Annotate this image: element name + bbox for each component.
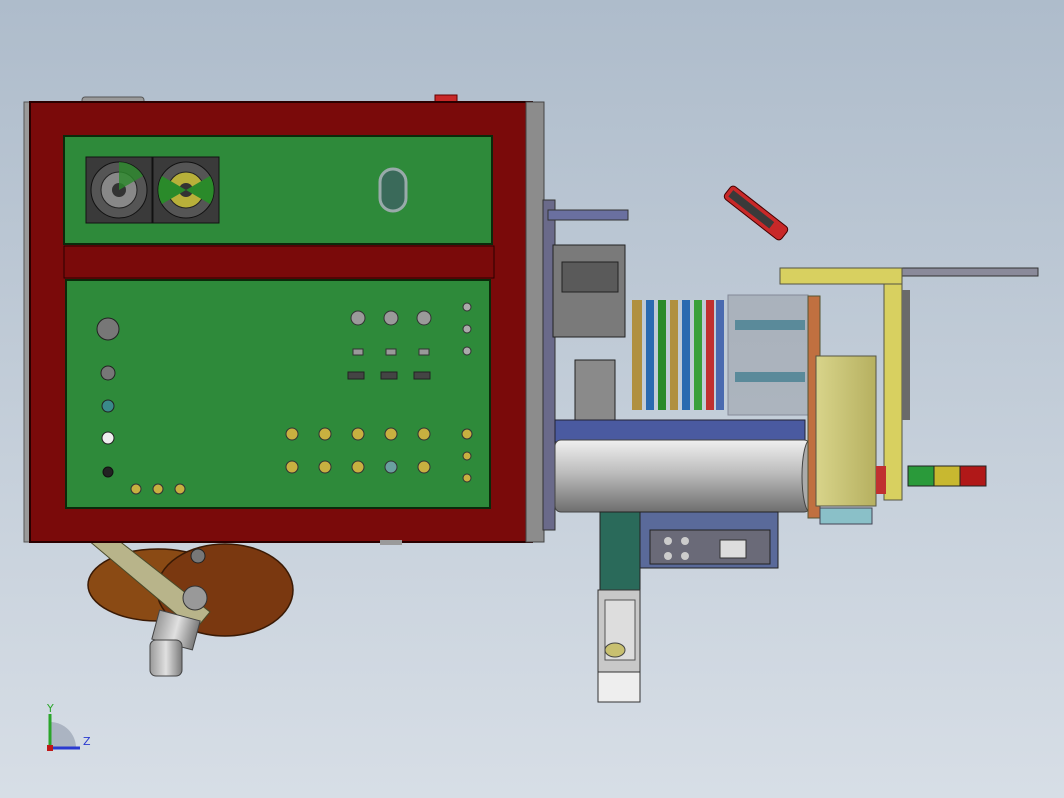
feed-column-cup	[604, 642, 626, 658]
housing-shaft	[819, 507, 873, 525]
switch-1[interactable]	[100, 365, 116, 381]
box-button	[664, 552, 672, 560]
switch-4[interactable]	[102, 466, 114, 478]
z-axis-label: Z	[83, 735, 91, 748]
slide-block	[574, 359, 616, 421]
upper-block-inner	[561, 261, 619, 293]
cooling-fan-left	[85, 156, 153, 224]
housing-back	[902, 290, 910, 420]
y-axis-label: Y	[46, 702, 54, 715]
reel-hub	[182, 585, 208, 611]
yellow-frame-side	[883, 283, 903, 501]
cad-viewport[interactable]: Y Z	[0, 0, 1064, 798]
stack-light-yellow	[933, 465, 961, 487]
main-tube	[554, 439, 811, 513]
box-button	[681, 537, 689, 545]
switch-3[interactable]	[101, 431, 115, 445]
led-b	[152, 483, 164, 495]
cooling-fan-right	[152, 156, 220, 224]
stack-light-green	[907, 465, 935, 487]
feed-column	[599, 511, 641, 593]
cabinet-divider	[63, 245, 495, 279]
wire-reel-assembly[interactable]	[86, 539, 294, 677]
cabinet-bottom-foot	[380, 540, 402, 545]
reel-motor-can	[149, 639, 183, 677]
power-knob[interactable]	[96, 317, 120, 341]
led-a	[130, 483, 142, 495]
top-bracket	[547, 209, 629, 221]
housing-body	[815, 355, 877, 507]
feeder-mechanism[interactable]	[542, 199, 819, 703]
box-button	[664, 537, 672, 545]
stack-light-red	[959, 465, 987, 487]
x-axis-dot	[47, 745, 53, 751]
base-rail	[554, 419, 806, 443]
gear-stack	[632, 294, 809, 416]
triad-plane	[50, 722, 76, 748]
led-c	[174, 483, 186, 495]
switch-2[interactable]	[101, 399, 115, 413]
reel-roller	[190, 548, 206, 564]
electrical-cabinet[interactable]	[23, 94, 545, 545]
orientation-triad: Y Z	[46, 702, 91, 751]
cabinet-right-rail	[525, 101, 545, 543]
yellow-frame-top	[779, 267, 903, 285]
box-button	[681, 552, 689, 560]
feed-column-base	[597, 671, 641, 703]
indicator-slot	[378, 167, 408, 213]
emergency-lever[interactable]	[723, 185, 790, 242]
box-display	[719, 539, 747, 559]
